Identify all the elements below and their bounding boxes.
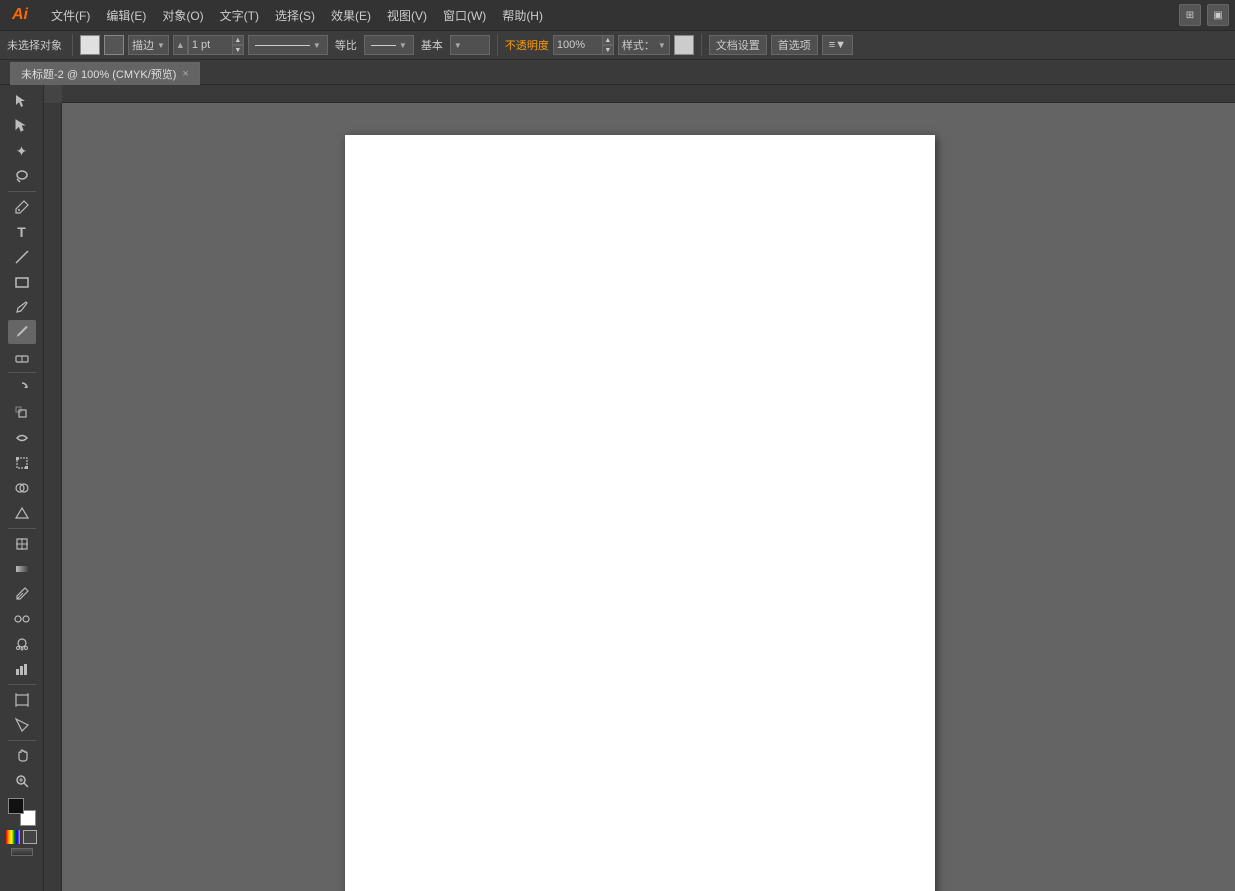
menu-object[interactable]: 对象(O) — [155, 5, 210, 26]
tab-close-button[interactable]: × — [182, 68, 188, 80]
stroke-weight-spinner[interactable]: ▲ ▼ — [232, 35, 244, 55]
app-logo: Ai — [6, 6, 34, 24]
tool-rotate[interactable] — [8, 376, 36, 400]
search-icon[interactable]: ⊞ — [1179, 4, 1201, 26]
tool-eraser[interactable] — [8, 345, 36, 369]
stroke-line-preview[interactable]: ▼ — [248, 35, 328, 55]
toolbar: ✦ T — [0, 85, 44, 891]
menu-effect[interactable]: 效果(E) — [324, 5, 378, 26]
tool-line[interactable] — [8, 245, 36, 269]
menu-text[interactable]: 文字(T) — [213, 5, 266, 26]
foreground-color-swatch[interactable] — [8, 798, 24, 814]
tool-column-graph[interactable] — [8, 657, 36, 681]
opacity-spin-down[interactable]: ▼ — [602, 45, 614, 55]
selection-label: 未选择对象 — [4, 37, 65, 53]
workspace-switcher[interactable]: ▣ — [1207, 4, 1229, 26]
color-swatches[interactable] — [8, 798, 36, 826]
tool-sep-1 — [8, 191, 36, 192]
color-mode-row — [6, 830, 37, 844]
preferences-button[interactable]: 首选项 — [771, 35, 818, 55]
separator-2 — [497, 34, 498, 56]
menu-view[interactable]: 视图(V) — [380, 5, 434, 26]
menu-select[interactable]: 选择(S) — [268, 5, 322, 26]
tool-select[interactable] — [8, 89, 36, 113]
menu-window[interactable]: 窗口(W) — [436, 5, 493, 26]
tool-sep-2 — [8, 372, 36, 373]
opacity-mode-dropdown[interactable]: 样式： ▼ — [618, 35, 670, 55]
tool-text[interactable]: T — [8, 220, 36, 244]
tool-free-transform[interactable] — [8, 451, 36, 475]
tool-mesh[interactable] — [8, 532, 36, 556]
opacity-input[interactable]: 100% — [553, 35, 603, 55]
tab-title: 未标题-2 @ 100% (CMYK/预览) — [21, 66, 176, 82]
ruler-horizontal — [62, 85, 1235, 103]
color-mode-icon[interactable] — [6, 830, 20, 844]
opacity-label: 不透明度 — [505, 37, 549, 53]
style-swatch[interactable] — [674, 35, 694, 55]
ratio-label: 等比 — [332, 37, 360, 53]
tool-zoom[interactable] — [8, 769, 36, 793]
fill-swatch[interactable] — [80, 35, 100, 55]
tool-pen[interactable] — [8, 195, 36, 219]
doc-settings-button[interactable]: 文档设置 — [709, 35, 767, 55]
menu-edit[interactable]: 编辑(E) — [99, 5, 153, 26]
ruler-corner — [44, 85, 62, 103]
stroke-dropdown[interactable]: 描边 ▼ — [128, 35, 169, 55]
tool-eyedropper[interactable] — [8, 582, 36, 606]
tool-pencil[interactable] — [8, 295, 36, 319]
tool-magic-wand[interactable]: ✦ — [8, 139, 36, 163]
tool-perspective[interactable] — [8, 501, 36, 525]
tool-sep-3 — [8, 528, 36, 529]
tool-lasso[interactable] — [8, 164, 36, 188]
title-bar-controls: ⊞ ▣ — [1179, 4, 1229, 26]
document-tab[interactable]: 未标题-2 @ 100% (CMYK/预览) × — [10, 62, 200, 85]
menu-help[interactable]: 帮助(H) — [495, 5, 550, 26]
tool-warp[interactable] — [8, 426, 36, 450]
tool-symbol-spray[interactable] — [8, 632, 36, 656]
separator-3 — [701, 34, 702, 56]
menu-bar: 文件(F) 编辑(E) 对象(O) 文字(T) 选择(S) 效果(E) 视图(V… — [44, 5, 1169, 26]
opacity-spin-up[interactable]: ▲ — [602, 35, 614, 45]
color-area — [6, 798, 37, 856]
tool-scale[interactable] — [8, 401, 36, 425]
screen-mode-button[interactable] — [11, 848, 33, 856]
menu-file[interactable]: 文件(F) — [44, 5, 97, 26]
tool-gradient[interactable] — [8, 557, 36, 581]
tool-artboard[interactable] — [8, 688, 36, 712]
spin-down[interactable]: ▼ — [232, 45, 244, 55]
base-dropdown[interactable]: ▼ — [450, 35, 490, 55]
tool-blend[interactable] — [8, 607, 36, 631]
stroke-swatch[interactable] — [104, 35, 124, 55]
tool-sep-5 — [8, 740, 36, 741]
tool-slice[interactable] — [8, 713, 36, 737]
artboard — [345, 135, 935, 891]
canvas-area[interactable] — [44, 85, 1235, 891]
base-label: 基本 — [418, 37, 446, 53]
stroke-weight-input[interactable]: 1 pt — [188, 35, 233, 55]
extra-settings-button[interactable]: ≡▼ — [822, 35, 853, 55]
tool-sep-4 — [8, 684, 36, 685]
tool-rect[interactable] — [8, 270, 36, 294]
title-bar: Ai 文件(F) 编辑(E) 对象(O) 文字(T) 选择(S) 效果(E) 视… — [0, 0, 1235, 30]
none-color-icon[interactable] — [23, 830, 37, 844]
tab-bar: 未标题-2 @ 100% (CMYK/预览) × — [0, 60, 1235, 85]
tool-direct-select[interactable] — [8, 114, 36, 138]
ratio-dropdown[interactable]: ▼ — [364, 35, 414, 55]
spin-up[interactable]: ▲ — [232, 35, 244, 45]
main-layout: ✦ T — [0, 85, 1235, 891]
tool-brush[interactable] — [8, 320, 36, 344]
separator-1 — [72, 34, 73, 56]
tool-hand[interactable] — [8, 744, 36, 768]
tool-shape-builder[interactable] — [8, 476, 36, 500]
control-bar: 未选择对象 描边 ▼ ▲ 1 pt ▲ ▼ ▼ 等比 ▼ 基本 ▼ 不透明度 1… — [0, 30, 1235, 60]
opacity-spinner[interactable]: ▲ ▼ — [602, 35, 614, 55]
ruler-vertical — [44, 103, 62, 891]
